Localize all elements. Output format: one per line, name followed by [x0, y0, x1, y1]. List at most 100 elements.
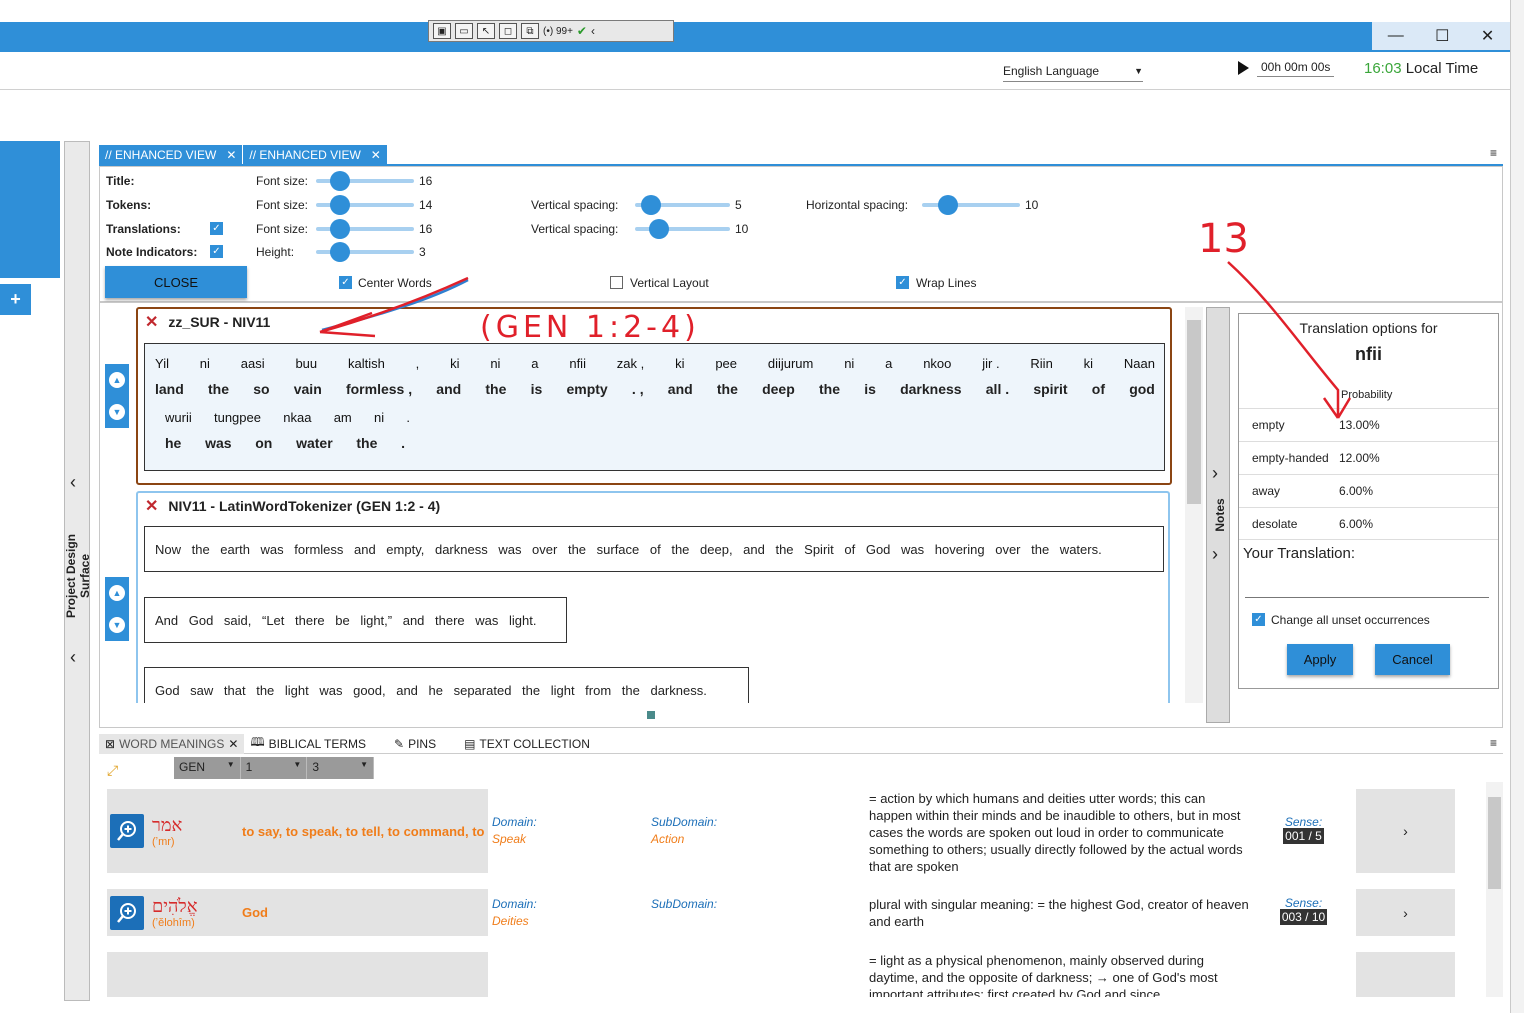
tab-word-meanings[interactable]: ⊠ WORD MEANINGS ✕: [99, 733, 245, 754]
language-select[interactable]: English Language ▼: [1003, 60, 1143, 82]
token[interactable]: the: [356, 435, 377, 451]
vertical-layout-checkbox[interactable]: [610, 276, 623, 289]
translations-font-size-slider[interactable]: [316, 219, 414, 239]
move-up-icon[interactable]: ▲: [109, 585, 125, 601]
note-height-slider[interactable]: [316, 242, 414, 262]
token[interactable]: and: [668, 381, 693, 397]
token[interactable]: a: [531, 356, 538, 371]
close-icon[interactable]: ✕: [145, 312, 158, 332]
token[interactable]: buu: [295, 356, 317, 371]
close-icon[interactable]: ✕: [228, 737, 238, 751]
verse-select[interactable]: 3 ▼: [307, 757, 375, 779]
notes-sidebar[interactable]: › Notes ›: [1206, 307, 1230, 723]
move-down-icon[interactable]: ▼: [109, 404, 125, 420]
your-translation-input[interactable]: [1245, 572, 1489, 598]
title-font-size-slider[interactable]: [316, 171, 414, 191]
chapter-select[interactable]: 1 ▼: [241, 757, 308, 779]
zoom-in-icon[interactable]: [110, 895, 144, 930]
token[interactable]: nkoo: [923, 356, 951, 371]
token[interactable]: Riin: [1030, 356, 1052, 371]
token[interactable]: ni: [200, 356, 210, 371]
sentence-block[interactable]: And God said, “Let there be light,” and …: [144, 597, 567, 643]
token[interactable]: is: [864, 381, 876, 397]
panel-menu-icon[interactable]: ≡: [1490, 736, 1497, 750]
zoom-in-icon[interactable]: [110, 814, 144, 848]
close-window-icon[interactable]: ✕: [1481, 26, 1494, 46]
slider-knob[interactable]: [330, 171, 350, 191]
token[interactable]: nfii: [569, 356, 586, 371]
record-screen-icon[interactable]: ▣: [433, 23, 451, 39]
camera-icon[interactable]: ▭: [455, 23, 473, 39]
token[interactable]: ki: [675, 356, 684, 371]
apply-button[interactable]: Apply: [1287, 644, 1353, 675]
tokens-font-size-slider[interactable]: [316, 195, 414, 215]
token[interactable]: ki: [450, 356, 459, 371]
sentence-block[interactable]: God saw that the light was good, and he …: [144, 667, 749, 703]
play-icon[interactable]: [1238, 60, 1249, 75]
chevron-left-icon[interactable]: ‹: [591, 24, 595, 38]
wrap-lines-checkbox[interactable]: ✓: [896, 276, 909, 289]
token[interactable]: a: [885, 356, 892, 371]
token[interactable]: jir .: [982, 356, 999, 371]
option-row[interactable]: empty-handed 12.00%: [1239, 441, 1498, 474]
token[interactable]: tungpee: [214, 410, 261, 425]
chevron-right-icon[interactable]: ›: [1356, 789, 1455, 873]
token[interactable]: ki: [1084, 356, 1093, 371]
token[interactable]: Naan: [1124, 356, 1155, 371]
token[interactable]: wurii: [165, 410, 192, 425]
token[interactable]: the: [819, 381, 840, 397]
book-select[interactable]: GEN ▼: [174, 757, 241, 779]
sentence-block[interactable]: Now the earth was formless and empty, da…: [144, 526, 1164, 572]
token[interactable]: ni: [374, 410, 384, 425]
token[interactable]: pee: [715, 356, 737, 371]
close-settings-button[interactable]: CLOSE: [105, 266, 247, 298]
tab-enhanced-view-2[interactable]: // ENHANCED VIEW ✕: [243, 145, 388, 165]
change-all-checkbox[interactable]: ✓: [1252, 613, 1265, 626]
translations-checkbox[interactable]: ✓: [210, 222, 223, 235]
option-row[interactable]: empty 13.00%: [1239, 408, 1498, 441]
slider-knob[interactable]: [938, 195, 958, 215]
slider-knob[interactable]: [330, 219, 350, 239]
slider-knob[interactable]: [649, 219, 669, 239]
chevron-right-icon[interactable]: ›: [1212, 544, 1218, 565]
scroll-thumb[interactable]: [1187, 320, 1201, 504]
token[interactable]: he: [165, 435, 181, 451]
token[interactable]: god: [1129, 381, 1155, 397]
token[interactable]: deep: [762, 381, 795, 397]
maximize-icon[interactable]: ☐: [1435, 26, 1449, 46]
design-surface-sidebar[interactable]: ‹ Project Design Surface ‹: [64, 141, 92, 1001]
chevron-right-icon[interactable]: ›: [1356, 889, 1455, 936]
panel-menu-icon[interactable]: ≡: [1490, 146, 1497, 160]
token[interactable]: of: [1092, 381, 1105, 397]
expand-icon[interactable]: ⤢: [107, 762, 118, 779]
token[interactable]: empty: [566, 381, 607, 397]
frame-icon[interactable]: ◻: [499, 23, 517, 39]
note-indicators-checkbox[interactable]: ✓: [210, 245, 223, 258]
tab-pins[interactable]: ✎ PINS: [388, 734, 442, 754]
slider-knob[interactable]: [330, 195, 350, 215]
token[interactable]: aasi: [241, 356, 265, 371]
chevron-right-icon[interactable]: ›: [1212, 463, 1218, 484]
token[interactable]: all .: [986, 381, 1009, 397]
token[interactable]: . ,: [632, 381, 644, 397]
token[interactable]: darkness: [900, 381, 961, 397]
token[interactable]: formless ,: [346, 381, 412, 397]
token[interactable]: am: [334, 410, 352, 425]
option-row[interactable]: desolate 6.00%: [1239, 507, 1498, 540]
close-icon[interactable]: ✕: [226, 148, 236, 162]
move-down-icon[interactable]: ▼: [109, 617, 125, 633]
token[interactable]: so: [253, 381, 269, 397]
token[interactable]: diijurum: [768, 356, 814, 371]
token[interactable]: the: [485, 381, 506, 397]
token[interactable]: kaltish: [348, 356, 385, 371]
token[interactable]: Yil: [155, 356, 169, 371]
scroll-thumb[interactable]: [1488, 797, 1501, 889]
check-icon[interactable]: ✔: [577, 24, 587, 38]
move-up-icon[interactable]: ▲: [109, 372, 125, 388]
token[interactable]: zak ,: [617, 356, 644, 371]
resize-handle[interactable]: [647, 711, 655, 719]
token[interactable]: ni: [844, 356, 854, 371]
token[interactable]: was: [205, 435, 231, 451]
close-icon[interactable]: ✕: [371, 148, 381, 162]
token[interactable]: is: [531, 381, 543, 397]
